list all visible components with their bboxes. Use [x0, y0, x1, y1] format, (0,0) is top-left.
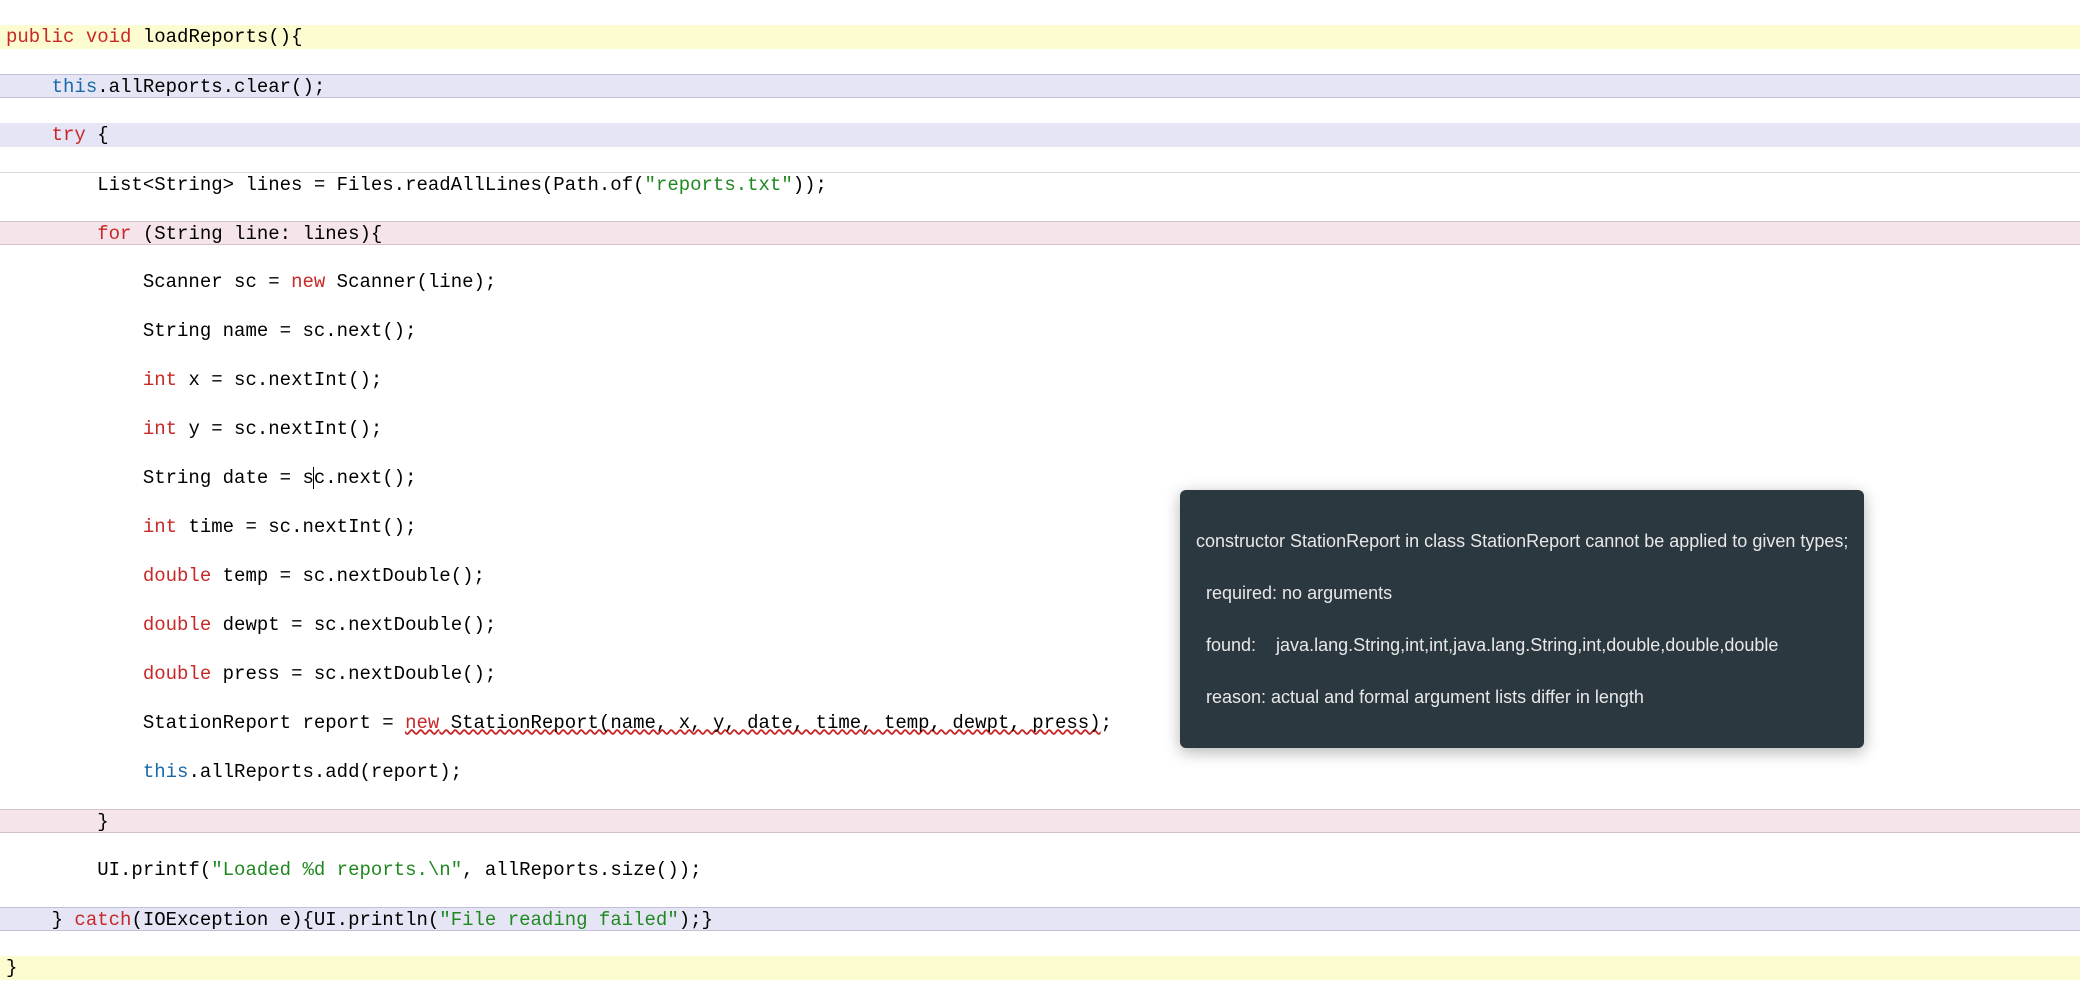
- code-line[interactable]: UI.printf("Loaded %d reports.\n", allRep…: [0, 858, 2080, 883]
- keyword-new: new: [291, 271, 325, 293]
- tooltip-line: constructor StationReport in class Stati…: [1196, 528, 1848, 554]
- code-text: UI.printf(: [97, 859, 211, 881]
- code-line[interactable]: Scanner sc = new Scanner(line);: [0, 270, 2080, 295]
- code-line[interactable]: }: [0, 956, 2080, 981]
- code-text: (String line: lines){: [131, 223, 382, 245]
- keyword-double: double: [143, 565, 211, 587]
- keyword-for: for: [97, 223, 131, 245]
- tooltip-line: required: no arguments: [1196, 580, 1848, 606]
- code-text: loadReports(){: [131, 26, 302, 48]
- code-text: y = sc.nextInt();: [177, 418, 382, 440]
- code-line[interactable]: String name = sc.next();: [0, 319, 2080, 344]
- string-literal: "File reading failed": [439, 909, 678, 931]
- code-line[interactable]: public void loadReports(){: [0, 25, 2080, 50]
- keyword-try: try: [52, 124, 86, 146]
- code-line[interactable]: String date = sc.next();: [0, 466, 2080, 491]
- tooltip-line: found: java.lang.String,int,int,java.lan…: [1196, 632, 1848, 658]
- code-text: ));: [793, 174, 827, 196]
- code-text: .allReports.clear();: [97, 76, 325, 98]
- keyword-this: this: [143, 761, 189, 783]
- code-line[interactable]: List<String> lines = Files.readAllLines(…: [0, 172, 2080, 197]
- error-tooltip: constructor StationReport in class Stati…: [1180, 490, 1864, 748]
- code-text: x = sc.nextInt();: [177, 369, 382, 391]
- keyword-new-error: new: [405, 712, 439, 734]
- keyword-double: double: [143, 663, 211, 685]
- code-text: String name = sc.next();: [143, 320, 417, 342]
- code-line[interactable]: this.allReports.clear();: [0, 74, 2080, 99]
- keyword-void: void: [86, 26, 132, 48]
- code-line[interactable]: }: [0, 809, 2080, 834]
- code-text: {: [86, 124, 109, 146]
- keyword-catch: catch: [74, 909, 131, 931]
- keyword-public: public: [6, 26, 74, 48]
- code-text: Scanner sc =: [143, 271, 291, 293]
- code-text: StationReport report =: [143, 712, 405, 734]
- code-text: (IOException e){UI.println(: [131, 909, 439, 931]
- code-text: }: [97, 811, 108, 833]
- code-line[interactable]: int y = sc.nextInt();: [0, 417, 2080, 442]
- code-text: press = sc.nextDouble();: [211, 663, 496, 685]
- code-line[interactable]: this.allReports.add(report);: [0, 760, 2080, 785]
- keyword-this: this: [52, 76, 98, 98]
- code-text: ;: [1101, 712, 1112, 734]
- code-text: Scanner(line);: [325, 271, 496, 293]
- code-text: time = sc.nextInt();: [177, 516, 416, 538]
- code-text: dewpt = sc.nextDouble();: [211, 614, 496, 636]
- code-text: );}: [679, 909, 713, 931]
- keyword-int: int: [143, 418, 177, 440]
- string-literal: "Loaded %d reports.\n": [211, 859, 462, 881]
- code-line[interactable]: try {: [0, 123, 2080, 148]
- code-text: List<String> lines = Files.readAllLines(…: [97, 174, 644, 196]
- code-line[interactable]: int x = sc.nextInt();: [0, 368, 2080, 393]
- error-text: StationReport(name, x, y, date, time, te…: [439, 712, 1100, 734]
- code-text: c.next();: [314, 467, 417, 489]
- code-text: .allReports.add(report);: [188, 761, 462, 783]
- keyword-int: int: [143, 369, 177, 391]
- code-text: }: [6, 957, 17, 979]
- tooltip-line: reason: actual and formal argument lists…: [1196, 684, 1848, 710]
- code-text: , allReports.size());: [462, 859, 701, 881]
- string-literal: "reports.txt": [645, 174, 793, 196]
- keyword-double: double: [143, 614, 211, 636]
- keyword-int: int: [143, 516, 177, 538]
- code-line[interactable]: } catch(IOException e){UI.println("File …: [0, 907, 2080, 932]
- code-text: temp = sc.nextDouble();: [211, 565, 485, 587]
- code-text: }: [52, 909, 75, 931]
- code-text: String date = s: [143, 467, 314, 489]
- code-line[interactable]: for (String line: lines){: [0, 221, 2080, 246]
